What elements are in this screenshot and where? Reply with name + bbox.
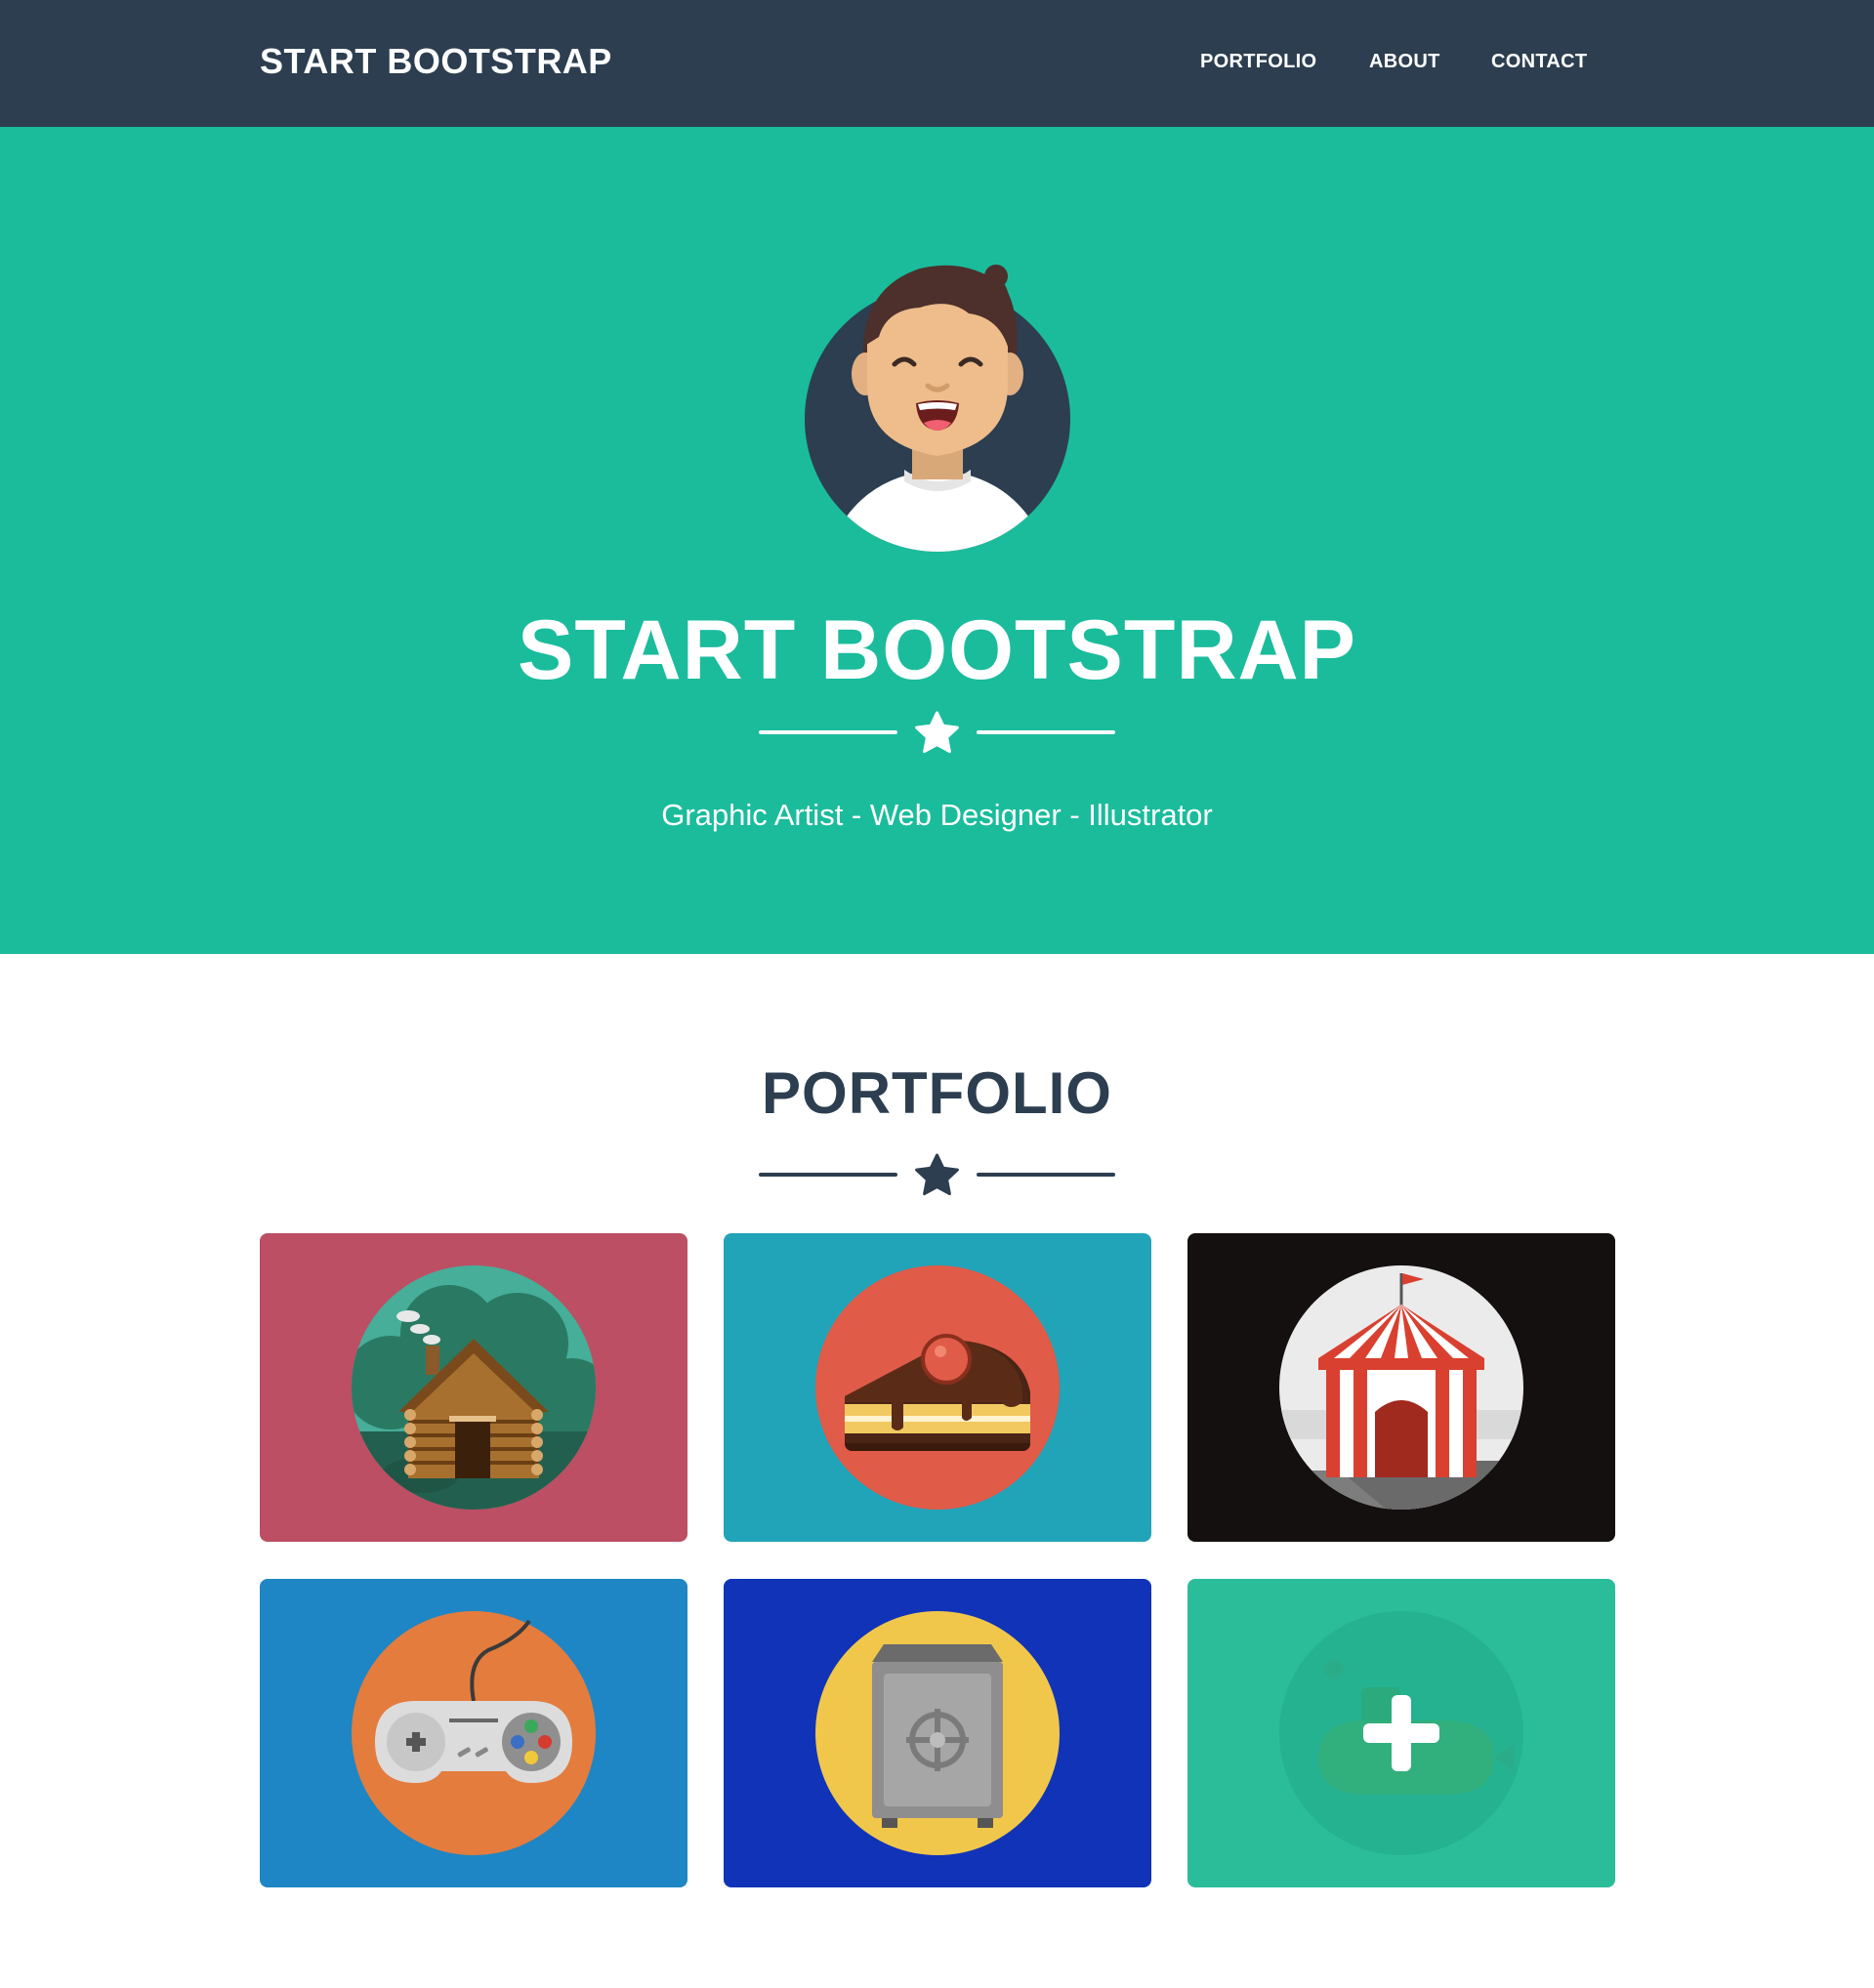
portfolio-divider — [759, 1153, 1115, 1196]
star-icon — [915, 711, 959, 754]
star-icon — [915, 1153, 959, 1196]
portfolio-item-circus[interactable] — [1187, 1233, 1615, 1542]
nav-link-about[interactable]: ABOUT — [1369, 51, 1440, 73]
cake-icon — [815, 1265, 1060, 1510]
navbar: START BOOTSTRAP PORTFOLIO ABOUT CONTACT — [0, 0, 1874, 127]
avatar-image — [805, 265, 1070, 552]
hero-title: START BOOTSTRAP — [517, 603, 1357, 697]
portfolio-item-cake[interactable] — [724, 1233, 1151, 1542]
hero-subtitle: Graphic Artist - Web Designer - Illustra… — [661, 798, 1213, 832]
portfolio-item-cabin[interactable] — [260, 1233, 687, 1542]
submarine-icon — [1279, 1611, 1523, 1855]
safe-icon — [815, 1611, 1060, 1855]
portfolio-item-safe[interactable] — [724, 1579, 1151, 1887]
navbar-brand[interactable]: START BOOTSTRAP — [260, 41, 612, 82]
portfolio-heading: PORTFOLIO — [762, 1060, 1112, 1126]
portfolio-item-submarine[interactable] — [1187, 1579, 1615, 1887]
hero-section: START BOOTSTRAP Graphic Artist - Web Des… — [0, 127, 1874, 954]
circus-icon — [1279, 1265, 1523, 1510]
cabin-icon — [352, 1265, 596, 1510]
portfolio-item-game-controller[interactable] — [260, 1579, 687, 1887]
hero-divider — [759, 711, 1115, 754]
game-controller-icon — [352, 1611, 596, 1855]
nav-link-contact[interactable]: CONTACT — [1491, 51, 1587, 73]
nav-link-portfolio[interactable]: PORTFOLIO — [1200, 51, 1316, 73]
